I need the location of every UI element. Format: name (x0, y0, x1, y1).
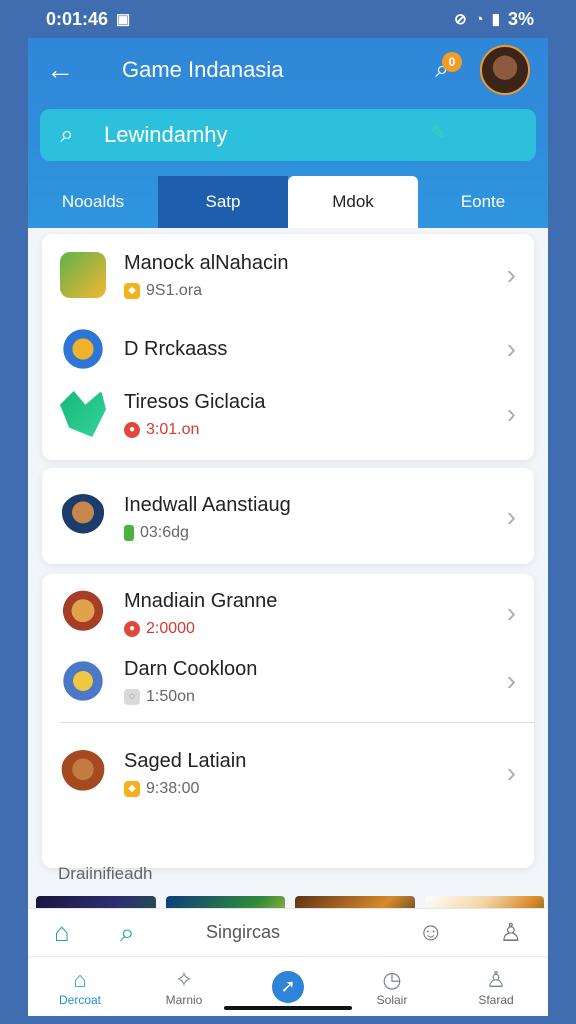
list-card: Mnadiain Granne ● 2:0000 › Darn Cookloon… (42, 574, 534, 868)
divider (60, 722, 534, 723)
top-panel: ← Game Indanasia ⌕ 0 ⌕ Lewindamhy ✎ Nooa… (28, 38, 548, 228)
nav-home[interactable]: ⌂ Dercoat (32, 967, 128, 1007)
tab-satp[interactable]: Satp (158, 176, 288, 228)
game-title: Inedwall Aanstiaug (124, 493, 291, 516)
app-screen: ← Game Indanasia ⌕ 0 ⌕ Lewindamhy ✎ Nooa… (28, 38, 548, 1016)
list-item[interactable]: Saged Latiain ◆ 9:38:00 › (42, 745, 534, 801)
tab-bar: Nooalds Satp Mdok Eonte (28, 176, 548, 228)
chevron-right-icon: › (506, 665, 516, 696)
game-title: Darn Cookloon (124, 657, 258, 680)
gold-badge-icon: ◆ (124, 780, 140, 797)
chevron-right-icon: › (506, 501, 516, 532)
search-input[interactable]: ⌕ Lewindamhy ✎ (40, 109, 536, 161)
no-sim-icon: ⊘ (454, 11, 467, 28)
game-icon (60, 391, 106, 437)
game-list: Manock alNahacin ◆ 9S1.ora › D Rrckaass … (28, 234, 548, 906)
notification-badge: 0 (442, 52, 462, 72)
tab-mdok[interactable]: Mdok (288, 176, 418, 228)
game-icon (60, 326, 106, 372)
home-icon[interactable]: ⌂ (54, 917, 120, 948)
search-icon[interactable]: ⌕ (120, 917, 186, 949)
gray-badge-icon: ◌ (124, 688, 140, 705)
wifi-icon: ◔ (474, 10, 484, 28)
bottom-search-bar: ⌂ ⌕ Singircas ☺ ♙ (28, 908, 548, 956)
edit-icon[interactable]: ✎ (431, 123, 446, 144)
chevron-right-icon: › (506, 259, 516, 290)
game-icon (60, 252, 106, 298)
search-icon: ⌕ (60, 121, 74, 148)
game-meta: ◆ 9S1.ora (124, 282, 492, 300)
list-item[interactable]: Tiresos Giclacia ● 3:01.on › (42, 384, 534, 444)
badge-icon: ◷ (382, 966, 402, 992)
game-icon (60, 494, 106, 540)
battery-text: 3% (507, 8, 534, 29)
red-badge-icon: ● (124, 620, 140, 637)
home-indicator (224, 1006, 352, 1010)
game-title: D Rrckaass (124, 338, 228, 360)
nav-solair[interactable]: ◷ Solair (344, 967, 440, 1007)
home-icon: ⌂ (73, 966, 87, 992)
green-badge-icon (124, 524, 134, 541)
people-icon[interactable]: ☺ (418, 918, 444, 948)
tab-eonte[interactable]: Eonte (418, 176, 548, 228)
game-meta: 03:6dg (124, 524, 492, 542)
status-bar: 0:01:46 ▣ ⊘ ◔ ▮ 3% (0, 0, 576, 38)
list-card: Inedwall Aanstiaug 03:6dg › (42, 468, 534, 564)
tab-nooalds[interactable]: Nooalds (28, 176, 158, 228)
game-meta: ● 3:01.on (124, 421, 492, 439)
header: ← Game Indanasia ⌕ 0 (28, 38, 548, 102)
game-title: Mnadiain Granne (124, 589, 278, 612)
chevron-right-icon: › (506, 757, 516, 788)
back-arrow-icon[interactable]: ← (46, 54, 92, 86)
game-meta: ◌ 1:50on (124, 688, 492, 706)
list-item[interactable]: Manock alNahacin ◆ 9S1.ora › (42, 244, 534, 306)
chevron-right-icon: › (506, 597, 516, 628)
game-title: Manock alNahacin (124, 251, 289, 274)
game-meta: ● 2:0000 (124, 620, 492, 638)
search-button[interactable]: ⌕ 0 (422, 50, 462, 90)
bottom-navigation: ⌂ Dercoat ✧ Marnio ➚ ◷ Solair ♙ Sfarad (28, 956, 548, 1016)
compass-icon: ➚ (272, 970, 304, 1003)
search-query: Lewindamhy (104, 122, 228, 147)
profile-icon[interactable]: ♙ (500, 918, 522, 948)
game-title: Saged Latiain (124, 749, 247, 772)
page-title: Game Indanasia (122, 57, 284, 82)
game-icon (60, 750, 106, 796)
list-card: Manock alNahacin ◆ 9S1.ora › D Rrckaass … (42, 234, 534, 460)
game-icon (60, 658, 106, 704)
list-item[interactable]: Inedwall Aanstiaug 03:6dg › (42, 486, 534, 548)
person-icon: ♙ (486, 966, 506, 992)
puzzle-icon: ✧ (174, 966, 194, 992)
nav-sfarad[interactable]: ♙ Sfarad (448, 967, 544, 1007)
avatar[interactable] (480, 45, 530, 95)
image-icon: ▣ (116, 11, 131, 28)
list-item[interactable]: Mnadiain Granne ● 2:0000 › (42, 588, 534, 638)
list-item[interactable]: Darn Cookloon ◌ 1:50on › (42, 653, 534, 709)
game-title: Tiresos Giclacia (124, 390, 266, 413)
suggestions-link[interactable]: Singircas (186, 922, 418, 943)
red-badge-icon: ● (124, 421, 140, 438)
list-item[interactable]: D Rrckaass › (42, 321, 534, 377)
game-icon (60, 590, 106, 636)
nav-compass[interactable]: ➚ (240, 970, 336, 1003)
nav-marnio[interactable]: ✧ Marnio (136, 967, 232, 1007)
clock: 0:01:46 (46, 8, 109, 29)
game-meta: ◆ 9:38:00 (124, 780, 492, 798)
chevron-right-icon: › (506, 398, 516, 429)
signal-icon: ▮ (491, 11, 500, 28)
section-title: Draiinifieadh (58, 864, 153, 883)
gold-badge-icon: ◆ (124, 282, 140, 299)
chevron-right-icon: › (506, 333, 516, 364)
